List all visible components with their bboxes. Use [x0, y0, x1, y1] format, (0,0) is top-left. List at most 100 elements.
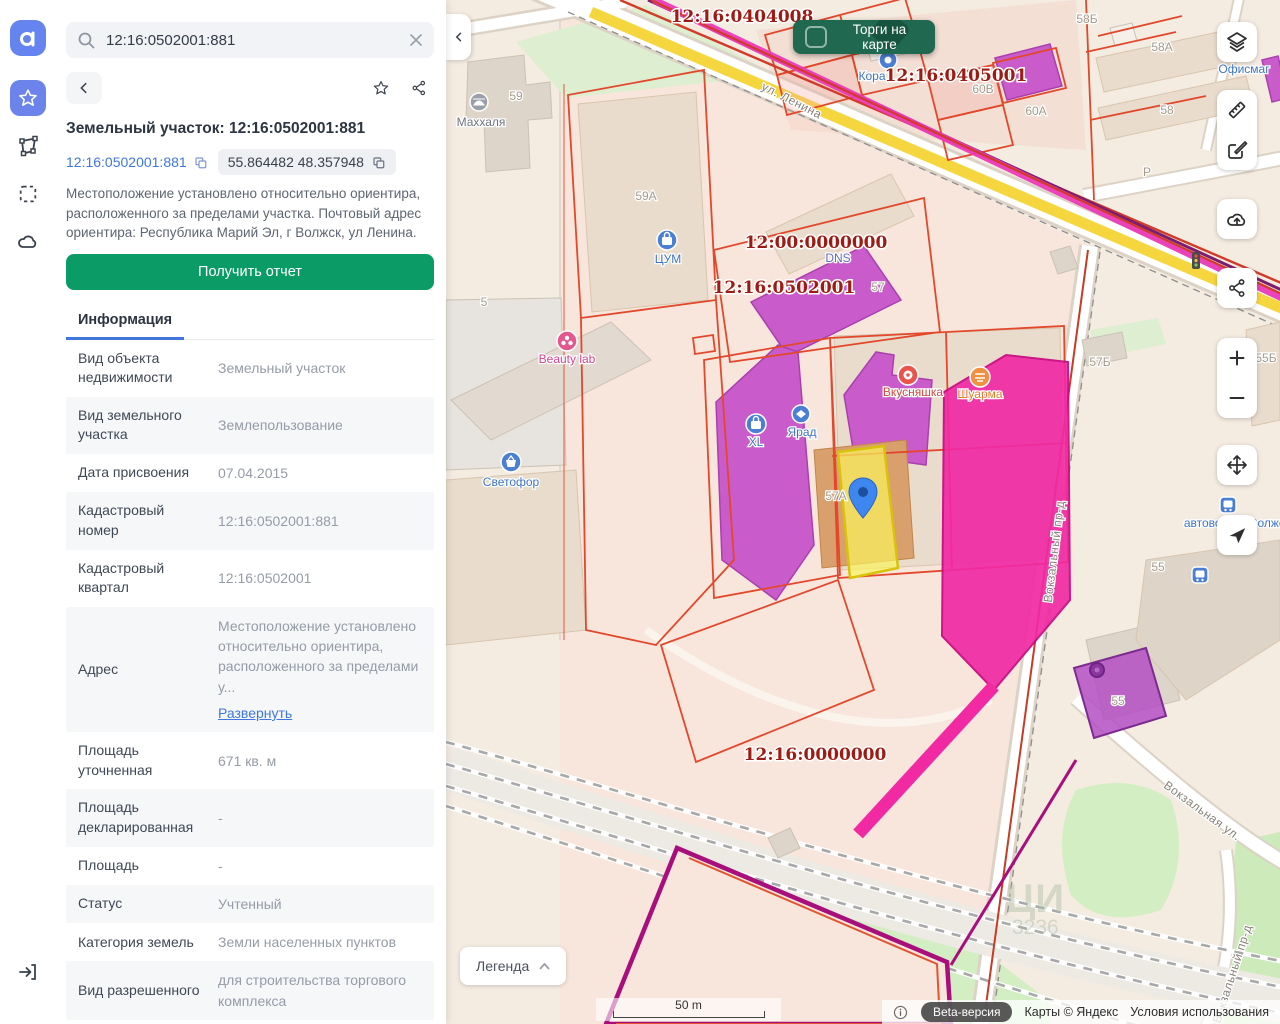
svg-text:Шуарма: Шуарма: [957, 387, 1002, 401]
edit-draw-button[interactable]: [1217, 130, 1257, 170]
svg-text:XL: XL: [749, 435, 764, 449]
svg-text:Р: Р: [1143, 165, 1151, 179]
panel-header: [66, 72, 434, 104]
object-description: Местоположение установлено относительно …: [66, 186, 422, 241]
pan-mode-button[interactable]: [1217, 445, 1257, 485]
terms-link[interactable]: Условия использования: [1130, 1005, 1269, 1019]
edit-icon: [1228, 141, 1248, 159]
cadastral-number-link[interactable]: 12:16:0502001:881: [66, 154, 208, 170]
sidebar-item-area-select[interactable]: [10, 176, 46, 212]
map-canvas[interactable]: ЦИ 3236 12:16:0404008 12:16:0405001 12:0…: [446, 0, 1280, 1024]
copy-icon[interactable]: [371, 155, 386, 170]
draw-tools-group: [1217, 90, 1257, 170]
sidebar-item-favorites[interactable]: [10, 80, 46, 116]
svg-text:60В: 60В: [972, 82, 993, 96]
food-poi-icon: [897, 364, 919, 386]
pan-move-icon: [1227, 455, 1247, 475]
svg-text:5: 5: [481, 295, 488, 309]
table-row: Дата присвоения 07.04.2015: [78, 464, 289, 482]
zoom-controls: [1217, 338, 1257, 418]
table-row: Площадь уточненная 671 кв. м: [78, 742, 277, 778]
svg-text:58Б: 58Б: [1076, 12, 1097, 26]
beauty-poi-icon: [556, 330, 578, 352]
info-table: Вид объекта недвижимости Земельный участ…: [66, 340, 434, 1021]
search-icon: [78, 32, 95, 49]
tab-information[interactable]: Информация: [66, 303, 185, 340]
zoom-in-button[interactable]: [1217, 338, 1257, 378]
sign-in-button[interactable]: [10, 954, 46, 990]
icon-rail: [0, 0, 56, 1024]
mall-poi-icon: [656, 229, 678, 251]
svg-text:58: 58: [1160, 103, 1174, 117]
info-icon[interactable]: [892, 1004, 909, 1021]
map-copyright: Карты © Яндекс: [1024, 1005, 1119, 1019]
sidebar-item-cloud[interactable]: [10, 224, 46, 260]
svg-text:Beauty lab: Beauty lab: [539, 352, 596, 366]
chevron-left-icon: [455, 32, 461, 42]
collapse-panel-button[interactable]: [446, 14, 471, 60]
table-row: Вид земельного участка Землепользование: [66, 396, 434, 455]
share-icon: [412, 80, 426, 96]
svg-text:12:16:0404008: 12:16:0404008: [671, 7, 814, 27]
svg-text:55Б: 55Б: [1255, 351, 1276, 365]
ruler-button[interactable]: [1217, 90, 1257, 130]
sidebar-item-measure[interactable]: [10, 128, 46, 164]
object-panel: Земельный участок: 12:16:0502001:881 12:…: [56, 0, 446, 1024]
table-row: Категория земель Земли населенных пункто…: [78, 933, 397, 951]
layers-icon: [1227, 32, 1247, 52]
app-window: Земельный участок: 12:16:0502001:881 12:…: [0, 0, 1280, 1024]
star-icon: [19, 89, 37, 106]
svg-text:55: 55: [1111, 694, 1125, 708]
search-input[interactable]: [104, 30, 400, 50]
trades-checkbox[interactable]: [805, 26, 827, 48]
app-logo-icon: [20, 31, 35, 47]
copy-icon[interactable]: [193, 155, 208, 170]
table-row: Статус Учтенный: [66, 884, 434, 924]
chips-row: 12:16:0502001:881 55.864482 48.357948: [66, 149, 434, 175]
map-area: ЦИ 3236 12:16:0404008 12:16:0405001 12:0…: [446, 0, 1280, 1024]
svg-text:DNS: DNS: [825, 251, 850, 265]
svg-text:ЦИ: ЦИ: [1006, 877, 1064, 921]
back-button[interactable]: [66, 72, 102, 104]
svg-text:Кора: Кора: [858, 69, 885, 83]
clear-search-icon[interactable]: [408, 32, 424, 48]
traffic-light-icon: [1192, 252, 1200, 269]
upload-button[interactable]: [1217, 199, 1257, 239]
layers-button[interactable]: [1217, 22, 1257, 62]
svg-text:57Б: 57Б: [1089, 355, 1110, 369]
svg-text:12:00:0000000: 12:00:0000000: [745, 233, 888, 253]
share-button[interactable]: [404, 73, 434, 103]
grocery-poi-icon: [500, 451, 522, 473]
get-report-button[interactable]: Получить отчет: [66, 253, 434, 290]
svg-text:ЦУМ: ЦУМ: [655, 252, 682, 266]
station-partial-label: ЦИ 3236: [1006, 877, 1064, 939]
navigate-arrow-icon: [1229, 528, 1246, 544]
plus-icon: [1229, 350, 1245, 366]
svg-text:Светофор: Светофор: [483, 475, 540, 489]
map-share-button[interactable]: [1217, 268, 1257, 308]
coordinates-chip[interactable]: 55.864482 48.357948: [217, 149, 396, 175]
cloud-icon: [18, 235, 37, 248]
ruler-icon: [1228, 101, 1246, 119]
mosque-poi-icon: [469, 92, 489, 112]
legend-button[interactable]: Легенда: [460, 947, 567, 985]
table-row: Вид разрешенного для строительства торго…: [66, 961, 434, 1021]
scale-line: [612, 1011, 765, 1018]
page-title: Земельный участок: 12:16:0502001:881: [66, 120, 366, 137]
table-row: Площадь декларированная -: [66, 789, 434, 847]
svg-text:Маххаля: Маххаля: [457, 115, 506, 129]
star-outline-icon: [373, 81, 389, 95]
app-logo[interactable]: [10, 20, 46, 56]
share-icon: [1229, 279, 1245, 297]
zoom-out-button[interactable]: [1217, 378, 1257, 418]
svg-text:55: 55: [1151, 560, 1165, 574]
minus-icon: [1229, 397, 1245, 399]
svg-text:Ярад: Ярад: [787, 425, 816, 439]
chevron-left-icon: [80, 82, 87, 94]
cloud-upload-icon: [1227, 213, 1246, 226]
trades-on-map-toggle[interactable]: Торги на карте: [793, 20, 935, 54]
favorite-button[interactable]: [366, 73, 396, 103]
my-location-button[interactable]: [1217, 515, 1257, 555]
expand-link[interactable]: Развернуть: [218, 703, 292, 723]
svg-text:60А: 60А: [1025, 104, 1046, 118]
